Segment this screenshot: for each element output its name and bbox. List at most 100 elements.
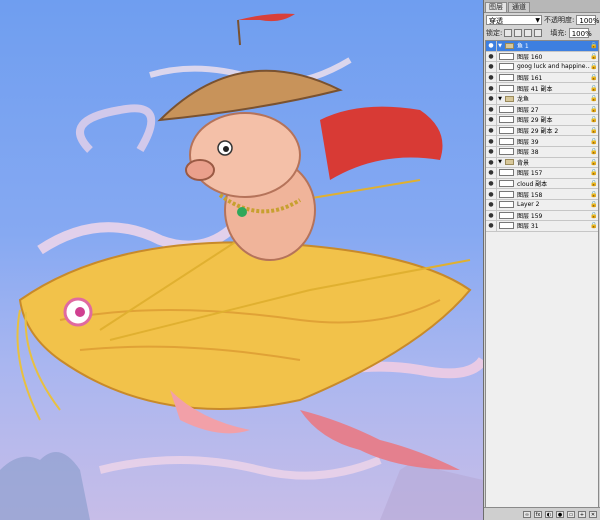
layer-lock-icon: 🔒 — [590, 95, 598, 103]
eye-icon[interactable]: ● — [486, 93, 497, 104]
eye-icon[interactable]: ● — [486, 189, 497, 199]
layer-lock-icon: 🔒 — [590, 169, 598, 177]
layer-name: 龙鱼 — [517, 96, 530, 104]
layer-group-row[interactable]: ● ▼ 鱼 1 🔒 — [486, 41, 598, 52]
eye-icon[interactable]: ● — [486, 51, 497, 62]
layer-row[interactable]: ● 图层 41 副本 🔒 — [486, 83, 598, 94]
layer-thumbnail — [499, 127, 514, 135]
layer-row[interactable]: ● goog luck and happine... 🔒 — [486, 62, 598, 73]
layer-thumbnail — [499, 116, 514, 124]
eye-icon[interactable]: ● — [486, 83, 497, 93]
layer-row[interactable]: ● 图层 160 🔒 — [486, 51, 598, 63]
layer-lock-icon: 🔒 — [590, 116, 598, 124]
layer-name: 图层 160 — [517, 53, 543, 61]
fill-field[interactable]: 100% — [568, 27, 592, 38]
fill-value: 100% — [571, 29, 592, 38]
fx-icon[interactable]: fx — [534, 510, 542, 518]
layer-row[interactable]: ● cloud 副本 🔒 — [486, 178, 598, 190]
lock-all-icon[interactable] — [534, 28, 543, 37]
trash-icon[interactable]: ✕ — [589, 510, 597, 518]
eye-icon[interactable]: ● — [486, 146, 497, 157]
layer-thumbnail — [499, 52, 514, 60]
eye-icon[interactable]: ● — [486, 62, 497, 72]
layer-name: 图层 158 — [517, 191, 543, 199]
lock-label: 锁定: — [486, 28, 503, 37]
layer-lock-icon: 🔒 — [590, 201, 598, 209]
eye-icon[interactable]: ● — [486, 125, 497, 136]
layer-lock-icon: 🔒 — [590, 84, 598, 92]
layer-lock-icon: 🔒 — [590, 105, 598, 113]
layer-row[interactable]: ● 图层 27 🔒 — [486, 104, 598, 116]
layer-name: 鱼 1 — [517, 43, 529, 51]
canvas-area[interactable] — [0, 0, 483, 520]
text-layer-icon — [499, 63, 514, 71]
layer-thumbnail — [499, 201, 514, 209]
layer-row[interactable]: ● 图层 161 🔒 — [486, 72, 598, 84]
chevron-down-icon[interactable]: ▼ — [497, 96, 503, 102]
chevron-down-icon[interactable]: ▼ — [497, 159, 503, 165]
eye-icon[interactable]: ● — [486, 115, 497, 125]
layer-row[interactable]: ● 图层 29 副本 2 🔒 — [486, 125, 598, 137]
eye-icon[interactable]: ● — [486, 199, 497, 210]
layer-thumbnail — [499, 148, 514, 156]
lock-paint-icon[interactable] — [514, 28, 523, 37]
panel-tabs: 图层 通道 — [484, 0, 600, 13]
layer-row[interactable]: ● 图层 157 🔒 — [486, 168, 598, 179]
blend-mode-select[interactable]: 穿透 ▼ — [486, 14, 542, 25]
layer-name: goog luck and happine... — [517, 63, 590, 71]
layer-name: 图层 159 — [517, 212, 543, 220]
eye-icon[interactable]: ● — [486, 157, 497, 168]
tab-layers[interactable]: 图层 — [485, 2, 507, 12]
artwork — [0, 13, 483, 520]
new-group-icon[interactable]: ▭ — [567, 510, 575, 518]
layer-row[interactable]: ● 图层 159 🔒 — [486, 210, 598, 222]
layer-group-row[interactable]: ● ▼ 龙鱼 🔒 — [486, 93, 598, 105]
lock-transparent-icon[interactable] — [504, 28, 513, 37]
layer-lock-icon: 🔒 — [590, 52, 598, 60]
layer-row[interactable]: ● 图层 29 副本 🔒 — [486, 115, 598, 126]
layer-lock-icon: 🔒 — [590, 158, 598, 166]
adjustment-icon[interactable]: ● — [556, 510, 564, 518]
chevron-down-icon[interactable]: ▼ — [497, 43, 503, 49]
layers-panel: 图层 通道 穿透 ▼ 不透明度: 100% 锁定: 填充: 100% ● ▼ 鱼 1… — [483, 0, 600, 520]
layer-lock-icon: 🔒 — [590, 127, 598, 135]
lock-move-icon[interactable] — [524, 28, 533, 37]
layer-name: 图层 41 副本 — [517, 85, 553, 93]
layer-list: ● ▼ 鱼 1 🔒 ● 图层 160 🔒 ● goog luck and happine... 🔒… — [485, 40, 599, 508]
layer-thumbnail — [499, 169, 514, 177]
link-icon[interactable]: ∞ — [523, 510, 531, 518]
eye-icon[interactable]: ● — [486, 178, 497, 189]
layer-lock-icon: 🔒 — [590, 211, 598, 219]
layer-name: cloud 副本 — [517, 181, 548, 189]
layer-row[interactable]: ● 图层 158 🔒 — [486, 189, 598, 200]
layer-row[interactable]: ● 图层 31 🔒 — [486, 221, 598, 232]
layer-name: 图层 38 — [517, 149, 539, 157]
opacity-label: 不透明度: — [544, 15, 575, 24]
eye-icon[interactable]: ● — [486, 72, 497, 83]
layer-row[interactable]: ● Layer 2 🔒 — [486, 199, 598, 211]
opacity-field[interactable]: 100% — [576, 14, 599, 25]
new-layer-icon[interactable]: + — [578, 510, 586, 518]
layer-lock-icon: 🔒 — [590, 190, 598, 198]
mask-icon[interactable]: ◐ — [545, 510, 553, 518]
layer-lock-icon: 🔒 — [590, 42, 598, 50]
eye-icon[interactable]: ● — [486, 136, 497, 146]
layer-name: 图层 39 — [517, 138, 539, 146]
layer-thumbnail — [499, 222, 514, 230]
eye-icon[interactable]: ● — [486, 210, 497, 221]
eye-icon[interactable]: ● — [486, 41, 497, 51]
eye-icon[interactable]: ● — [486, 104, 497, 115]
layer-row[interactable]: ● 图层 39 🔒 — [486, 136, 598, 147]
lock-row: 锁定: 填充: 100% — [484, 26, 600, 39]
layer-name: 图层 27 — [517, 106, 539, 114]
layer-group-row[interactable]: ● ▼ 背景 🔒 — [486, 157, 598, 169]
layer-thumbnail — [499, 105, 514, 113]
layer-name: 背景 — [517, 159, 530, 167]
eye-icon[interactable]: ● — [486, 221, 497, 231]
layer-name: 图层 29 副本 2 — [517, 128, 559, 136]
layer-row[interactable]: ● 图层 38 🔒 — [486, 146, 598, 158]
tab-channels[interactable]: 通道 — [508, 2, 530, 12]
layer-lock-icon: 🔒 — [590, 74, 598, 82]
layer-thumbnail — [499, 190, 514, 198]
eye-icon[interactable]: ● — [486, 168, 497, 178]
